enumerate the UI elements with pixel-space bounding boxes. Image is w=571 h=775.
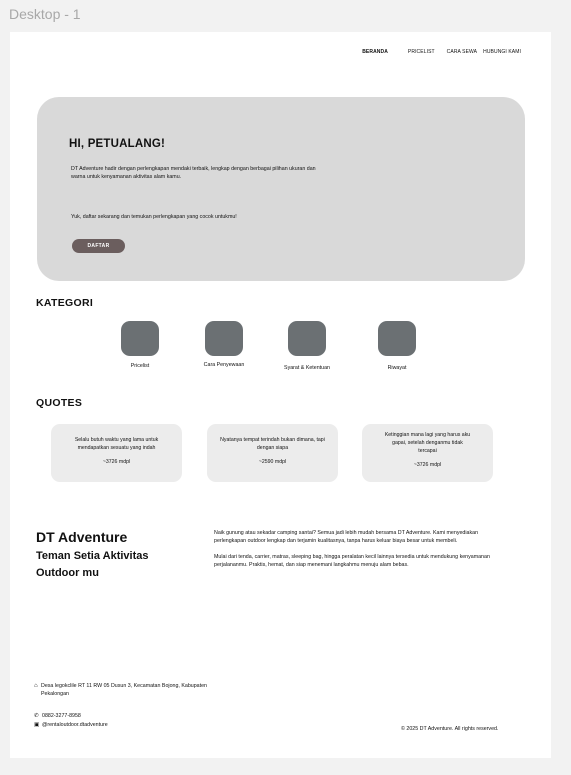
copyright-text: © 2025 DT Adventure. All rights reserved… xyxy=(401,726,499,732)
nav-item-pricelist[interactable]: PRICELIST xyxy=(408,49,435,55)
address-text: Desa legokclile RT 11 RW 05 Dusun 3, Kec… xyxy=(41,683,207,697)
hero-banner: HI, PETUALANG! DT Adventure hadir dengan… xyxy=(37,97,525,281)
category-label: Cara Penyewaan xyxy=(203,362,245,368)
quote-author: ~3726 mdpl xyxy=(413,462,442,468)
category-cara-penyewaan[interactable]: Cara Penyewaan xyxy=(184,321,264,368)
quote-card: Ketinggian mana lagi yang harus aku gapa… xyxy=(362,424,493,482)
brand-subtitle: Teman Setia Aktivitas Outdoor mu xyxy=(36,550,149,579)
quote-text: Ketinggian mana lagi yang harus aku gapa… xyxy=(384,432,471,454)
category-label: Riwayat xyxy=(387,365,407,371)
pricelist-icon xyxy=(121,321,159,356)
footer-instagram[interactable]: ▣ @rentaloutdoor.dtadventure xyxy=(34,722,108,728)
daftar-button[interactable]: DAFTAR xyxy=(72,239,125,253)
instagram-icon: ▣ xyxy=(34,722,40,728)
quote-author: ~2590 mdpl xyxy=(258,459,287,465)
footer-address: ⌂ Desa legokclile RT 11 RW 05 Dusun 3, K… xyxy=(34,682,211,698)
category-pricelist[interactable]: Pricelist xyxy=(100,321,180,369)
home-icon: ⌂ xyxy=(34,683,38,689)
about-paragraph: Naik gunung atau sekadar camping santai?… xyxy=(214,530,479,544)
quote-card: Selalu butuh waktu yang lama untuk menda… xyxy=(51,424,182,482)
hero-title: HI, PETUALANG! xyxy=(69,138,166,150)
about-text: Naik gunung atau sekadar camping santai?… xyxy=(214,529,504,569)
hero-description: DT Adventure hadir dengan perlengkapan m… xyxy=(71,166,316,180)
artboard: BERANDA PRICELIST CARA SEWA HUBUNGI KAMI… xyxy=(10,32,551,758)
riwayat-icon xyxy=(378,321,416,356)
about-paragraph: Mulai dari tenda, carrier, matras, sleep… xyxy=(214,554,490,568)
syarat-ketentuan-icon xyxy=(288,321,326,356)
nav-item-cara-sewa[interactable]: CARA SEWA xyxy=(447,49,477,55)
footer-phone[interactable]: ✆ 0882-3277-8958 xyxy=(34,713,81,719)
cara-penyewaan-icon xyxy=(205,321,243,356)
category-riwayat[interactable]: Riwayat xyxy=(357,321,437,371)
instagram-text: @rentaloutdoor.dtadventure xyxy=(42,722,108,728)
category-syarat-ketentuan[interactable]: Syarat & Ketentuan xyxy=(267,321,347,371)
top-nav: BERANDA PRICELIST CARA SEWA HUBUNGI KAMI xyxy=(362,49,521,55)
quote-author: ~3726 mdpl xyxy=(102,459,131,465)
quote-card: Nyatanya tempat terindah bukan dimana, t… xyxy=(207,424,338,482)
quotes-title: QUOTES xyxy=(36,397,83,409)
quote-text: Selalu butuh waktu yang lama untuk menda… xyxy=(74,437,159,451)
nav-item-beranda[interactable]: BERANDA xyxy=(362,49,388,55)
quote-text: Nyatanya tempat terindah bukan dimana, t… xyxy=(220,437,325,451)
hero-cta-text: Yuk, daftar sekarang dan temukan perleng… xyxy=(71,214,237,220)
phone-text: 0882-3277-8958 xyxy=(42,713,81,719)
brand-title: DT Adventure xyxy=(36,529,128,545)
nav-item-hubungi-kami[interactable]: HUBUNGI KAMI xyxy=(483,49,521,55)
phone-icon: ✆ xyxy=(34,713,39,719)
category-label: Pricelist xyxy=(130,363,150,369)
category-label: Syarat & Ketentuan xyxy=(284,365,330,371)
kategori-title: KATEGORI xyxy=(36,297,94,309)
frame-label: Desktop - 1 xyxy=(9,6,81,22)
